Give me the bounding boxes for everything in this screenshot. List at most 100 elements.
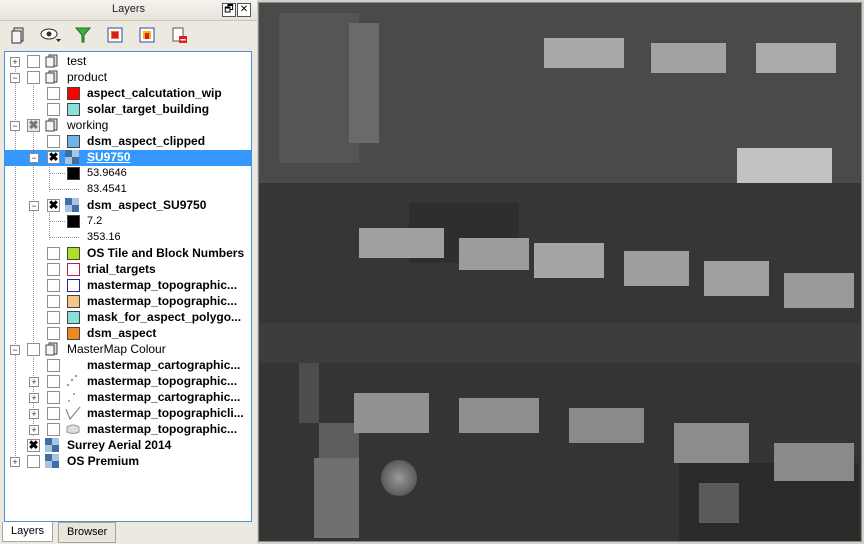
layer-checkbox[interactable] [47,375,60,388]
tree-layer-dsm-aspect-clipped[interactable]: dsm_aspect_clipped [5,134,251,150]
tree-group-product[interactable]: − product [5,70,251,86]
raster-icon [45,454,59,468]
polygon-symbol-icon [65,422,80,436]
layer-checkbox[interactable] [47,311,60,324]
layer-label: test [67,54,87,68]
tree-layer-mastermap-topographicli[interactable]: + mastermap_topographicli... [5,406,251,422]
layer-checkbox[interactable] [47,279,60,292]
tree-layer-solar-target-building[interactable]: solar_target_building [5,102,251,118]
collapse-icon[interactable]: − [10,73,20,83]
expand-icon[interactable]: + [29,409,39,419]
expand-icon[interactable]: + [29,393,39,403]
layer-swatch [67,263,80,276]
layer-label: mastermap_topographic... [87,374,238,388]
open-layer-styling-icon[interactable] [8,24,30,46]
layer-label: aspect_calcutation_wip [87,86,222,100]
tree-layer-os-tile[interactable]: OS Tile and Block Numbers [5,246,251,262]
filter-legend-icon[interactable] [72,24,94,46]
tree-layer-mastermap-topographic-2[interactable]: mastermap_topographic... [5,294,251,310]
layer-label: MasterMap Colour [67,342,166,356]
layer-checkbox[interactable] [47,263,60,276]
layer-label: dsm_aspect_clipped [87,134,206,148]
tree-layer-mastermap-topographic-3[interactable]: + mastermap_topographic... [5,374,251,390]
tree-group-mastermap-colour[interactable]: − MasterMap Colour [5,342,251,358]
layer-tree: + test − product aspect_calcutation_wip … [4,51,252,522]
layer-checkbox[interactable] [47,295,60,308]
layer-checkbox[interactable] [47,423,60,436]
layer-checkbox[interactable]: ✖ [27,439,40,452]
layer-checkbox[interactable] [47,135,60,148]
expand-icon[interactable]: + [29,377,39,387]
layer-checkbox[interactable] [27,343,40,356]
tab-browser[interactable]: Browser [58,522,117,543]
layer-checkbox[interactable]: ✖ [47,199,60,212]
layer-label: mastermap_cartographic... [87,358,241,372]
layer-checkbox[interactable] [27,55,40,68]
remove-layer-icon[interactable] [168,24,190,46]
tree-layer-su9750[interactable]: − ✖ SU9750 [5,150,251,166]
raster-icon [65,150,79,164]
tree-layer-mastermap-cartographic-2[interactable]: + mastermap_cartographic... [5,390,251,406]
map-canvas[interactable] [258,2,862,542]
layer-checkbox[interactable] [47,359,60,372]
expand-all-icon[interactable] [104,24,126,46]
tree-layer-aspect-calcutation-wip[interactable]: aspect_calcutation_wip [5,86,251,102]
layer-label: dsm_aspect_SU9750 [87,198,207,212]
layer-checkbox[interactable] [47,103,60,116]
layer-checkbox[interactable] [47,87,60,100]
tree-layer-mask-for-aspect[interactable]: mask_for_aspect_polygo... [5,310,251,326]
tree-layer-mastermap-topographic-1[interactable]: mastermap_topographic... [5,278,251,294]
tree-layer-dsm-aspect[interactable]: dsm_aspect [5,326,251,342]
layer-checkbox[interactable] [27,455,40,468]
tree-layer-mastermap-cartographic-1[interactable]: mastermap_cartographic... [5,358,251,374]
legend-value: 83.4541 [87,183,127,195]
tree-layer-os-premium[interactable]: + OS Premium [5,454,251,470]
legend-value-high: 7.2 [5,214,251,230]
layer-label: SU9750 [85,150,133,165]
layer-label: mastermap_topographic... [87,422,238,436]
expand-icon[interactable]: + [29,425,39,435]
layer-swatch [67,103,80,116]
layer-checkbox[interactable]: ✖ [27,119,40,132]
layer-swatch [67,295,80,308]
layer-label: trial_targets [87,262,156,276]
collapse-icon[interactable]: − [29,201,39,211]
close-panel-button[interactable]: ✕ [237,3,251,17]
tab-layers[interactable]: Layers [2,522,54,542]
layer-label: Surrey Aerial 2014 [67,438,172,452]
layer-checkbox[interactable] [47,327,60,340]
panel-tabs: Layers Browser [0,522,257,544]
legend-swatch [67,167,80,180]
line-symbol-icon [65,406,81,421]
group-icon [45,54,59,68]
layer-label: OS Premium [67,454,140,468]
legend-value-high: 53.9646 [5,166,251,182]
layer-checkbox[interactable] [27,71,40,84]
tree-group-working[interactable]: − ✖ working [5,118,251,134]
layer-checkbox[interactable]: ✖ [47,151,60,164]
raster-icon [65,198,79,212]
layer-checkbox[interactable] [47,391,60,404]
raster-icon [45,438,59,452]
expand-icon[interactable]: + [10,457,20,467]
manage-visibility-icon[interactable] [40,24,62,46]
layer-checkbox[interactable] [47,407,60,420]
layer-swatch [67,87,80,100]
panel-title: Layers [111,3,146,15]
collapse-icon[interactable]: − [10,121,20,131]
collapse-icon[interactable]: − [10,345,20,355]
tree-guide [49,189,79,190]
expand-icon[interactable]: + [10,57,20,67]
tree-layer-dsm-aspect-su9750[interactable]: − ✖ dsm_aspect_SU9750 [5,198,251,214]
legend-swatch [67,215,80,228]
tree-layer-trial-targets[interactable]: trial_targets [5,262,251,278]
layer-swatch [67,311,80,324]
layer-checkbox[interactable] [47,247,60,260]
collapse-all-icon[interactable] [136,24,158,46]
layer-label: mask_for_aspect_polygo... [87,310,242,324]
tree-group-test[interactable]: + test [5,54,251,70]
tree-layer-surrey-aerial-2014[interactable]: ✖ Surrey Aerial 2014 [5,438,251,454]
collapse-icon[interactable]: − [29,153,39,163]
tree-layer-mastermap-topographic-4[interactable]: + mastermap_topographic... [5,422,251,438]
float-panel-button[interactable]: 🗗 [222,3,236,17]
